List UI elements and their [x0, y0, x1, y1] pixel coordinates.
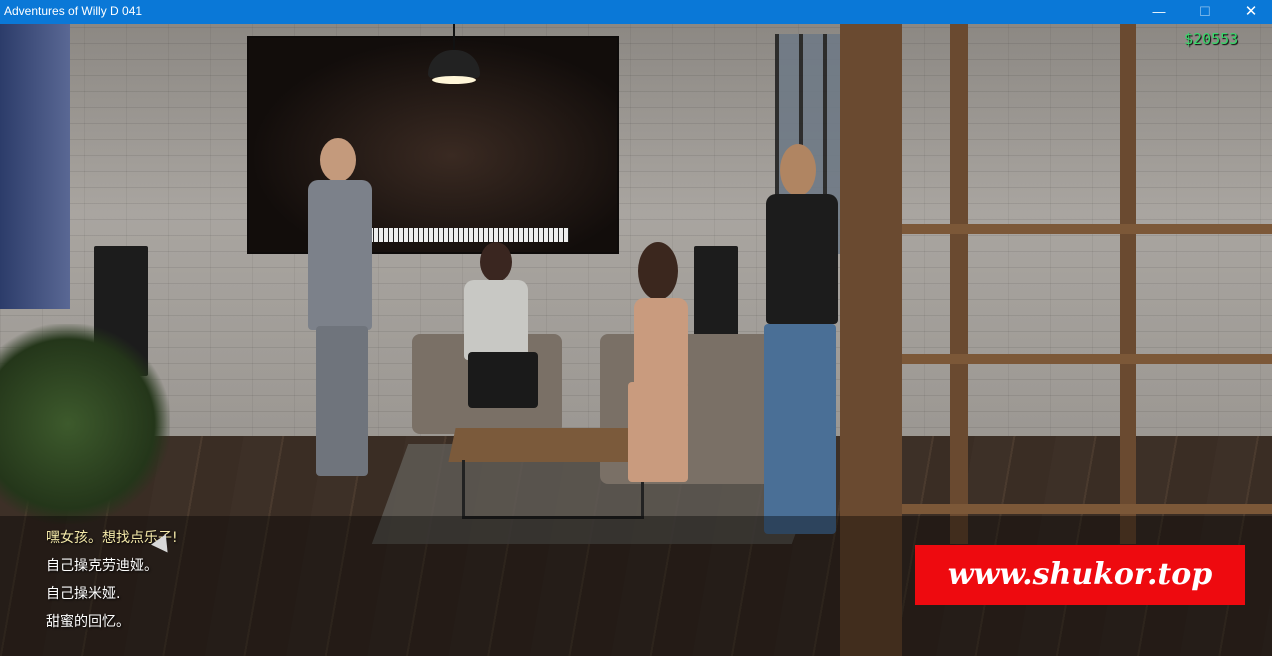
title-bar[interactable]: Adventures of Willy D 041 — ☐ ✕	[0, 0, 1272, 24]
maximize-button[interactable]: ☐	[1182, 0, 1228, 24]
money-counter: $20553	[1184, 30, 1239, 48]
game-window: Adventures of Willy D 041 — ☐ ✕ $20553 嘿…	[0, 0, 1272, 656]
pendant-lamp	[428, 24, 480, 84]
choice-option-2[interactable]: 自己操克劳迪娅。	[46, 552, 178, 580]
character-woman-sitting-left	[458, 242, 548, 412]
lamp-glow	[432, 76, 476, 84]
character-woman-sitting-right	[608, 242, 708, 492]
choice-option-4[interactable]: 甜蜜的回忆。	[46, 608, 178, 636]
lamp-cord	[453, 24, 455, 52]
watermark-banner: www.shukor.top	[915, 545, 1245, 605]
wall-art-left	[0, 24, 70, 309]
choice-option-3[interactable]: 自己操米娅.	[46, 580, 178, 608]
lamp-shade	[428, 50, 480, 78]
character-man-suit	[300, 136, 400, 486]
window-title: Adventures of Willy D 041	[4, 4, 143, 18]
minimize-button[interactable]: —	[1136, 0, 1182, 24]
potted-plant	[0, 324, 170, 524]
close-button[interactable]: ✕	[1228, 0, 1272, 24]
character-man-open-shirt	[754, 144, 850, 544]
